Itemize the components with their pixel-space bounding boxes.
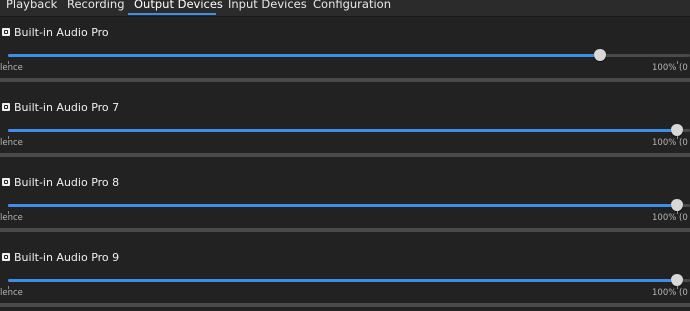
volume-slider[interactable] <box>8 279 690 282</box>
scale-label-silence: lence <box>0 288 23 298</box>
level-meter <box>0 303 690 307</box>
tab-input-devices[interactable]: Input Devices <box>228 0 307 11</box>
output-device-list: Built-in Audio Pro lence 100% (0 d Built… <box>0 17 690 311</box>
device-name: Built-in Audio Pro 8 <box>14 176 120 189</box>
audio-device-icon <box>2 178 10 186</box>
volume-slider-fill <box>8 279 677 282</box>
scale-label-silence: lence <box>0 63 23 73</box>
tab-output-devices[interactable]: Output Devices <box>134 0 223 11</box>
volume-slider-handle[interactable] <box>671 199 683 211</box>
volume-slider[interactable] <box>8 129 690 132</box>
volume-slider-fill <box>8 129 677 132</box>
audio-device-icon <box>2 28 10 36</box>
scale-label-silence: lence <box>0 138 23 148</box>
tab-bar: Playback Recording Output Devices Input … <box>0 0 690 17</box>
device-name: Built-in Audio Pro 9 <box>14 251 120 264</box>
volume-slider[interactable] <box>8 54 690 57</box>
volume-control-window: Playback Recording Output Devices Input … <box>0 0 690 311</box>
volume-slider[interactable] <box>8 204 690 207</box>
active-tab-indicator <box>128 13 216 15</box>
device-name: Built-in Audio Pro <box>14 26 109 39</box>
scale-label-100: 100% (0 d <box>652 213 690 223</box>
volume-slider-handle[interactable] <box>671 274 683 286</box>
level-meter <box>0 153 690 157</box>
scale-label-100: 100% (0 d <box>652 63 690 73</box>
volume-slider-fill <box>8 204 677 207</box>
audio-device-icon <box>2 253 10 261</box>
audio-device-icon <box>2 103 10 111</box>
device-row: Built-in Audio Pro 7 lence 100% (0 d <box>0 92 690 168</box>
device-row: Built-in Audio Pro lence 100% (0 d <box>0 17 690 93</box>
scale-label-100: 100% (0 d <box>652 288 690 298</box>
level-meter <box>0 228 690 232</box>
device-name: Built-in Audio Pro 7 <box>14 101 120 114</box>
volume-slider-handle[interactable] <box>671 124 683 136</box>
tab-playback[interactable]: Playback <box>6 0 57 11</box>
scale-label-100: 100% (0 d <box>652 138 690 148</box>
volume-slider-handle[interactable] <box>594 49 607 61</box>
device-row: Built-in Audio Pro 8 lence 100% (0 d <box>0 167 690 243</box>
scale-label-silence: lence <box>0 213 23 223</box>
volume-slider-fill <box>8 54 601 57</box>
tab-configuration[interactable]: Configuration <box>313 0 391 11</box>
device-row: Built-in Audio Pro 9 lence 100% (0 d <box>0 242 690 311</box>
level-meter <box>0 78 690 82</box>
tab-recording[interactable]: Recording <box>67 0 125 11</box>
